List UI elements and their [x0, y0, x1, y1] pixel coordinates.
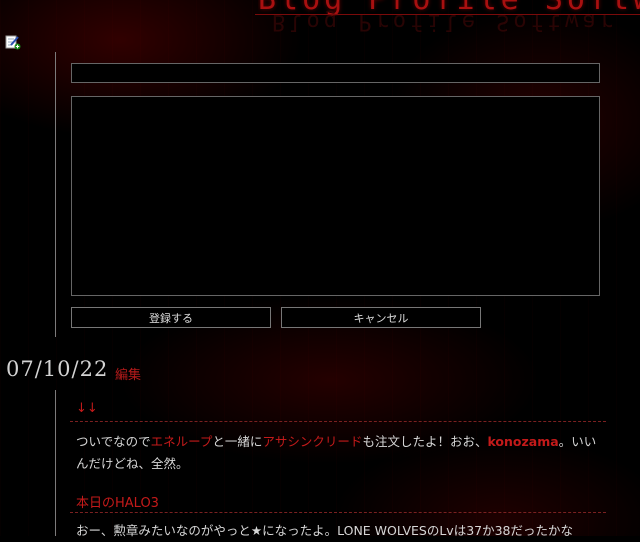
- entry-left-border: [55, 390, 56, 536]
- post-divider-2: [70, 512, 606, 513]
- post-body-2: おー、勲章みたいなのがやっと★になったよ。LONE WOLVESのLvは37か3…: [76, 520, 606, 542]
- save-button[interactable]: 登録する: [71, 307, 271, 328]
- product-link-eneloop[interactable]: エネループ: [151, 434, 213, 449]
- cancel-button[interactable]: キャンセル: [281, 307, 481, 328]
- post-body-1: ついでなのでエネループと一緒にアサシンクリードも注文したよ！おお、konozam…: [76, 431, 606, 475]
- konozama-link[interactable]: konozama: [487, 434, 558, 449]
- edit-note-icon[interactable]: [5, 34, 21, 50]
- post-title-1[interactable]: ↓↓: [76, 401, 98, 416]
- product-link-assassins-creed[interactable]: アサシンクリード: [262, 434, 362, 449]
- edit-link[interactable]: 編集: [115, 364, 141, 383]
- banner-underline: [255, 14, 640, 15]
- post-divider-1: [70, 421, 606, 422]
- entry-date: 07/10/22: [6, 357, 109, 381]
- post-text: ついでなので: [76, 434, 151, 449]
- entry-body-textarea[interactable]: [71, 96, 600, 296]
- post-title-2[interactable]: 本日のHALO3: [76, 492, 159, 511]
- post-text: も注文したよ！おお、: [362, 434, 488, 449]
- post-text: と一緒に: [212, 434, 263, 449]
- editor-left-border: [55, 52, 56, 337]
- entry-title-input[interactable]: [71, 63, 600, 83]
